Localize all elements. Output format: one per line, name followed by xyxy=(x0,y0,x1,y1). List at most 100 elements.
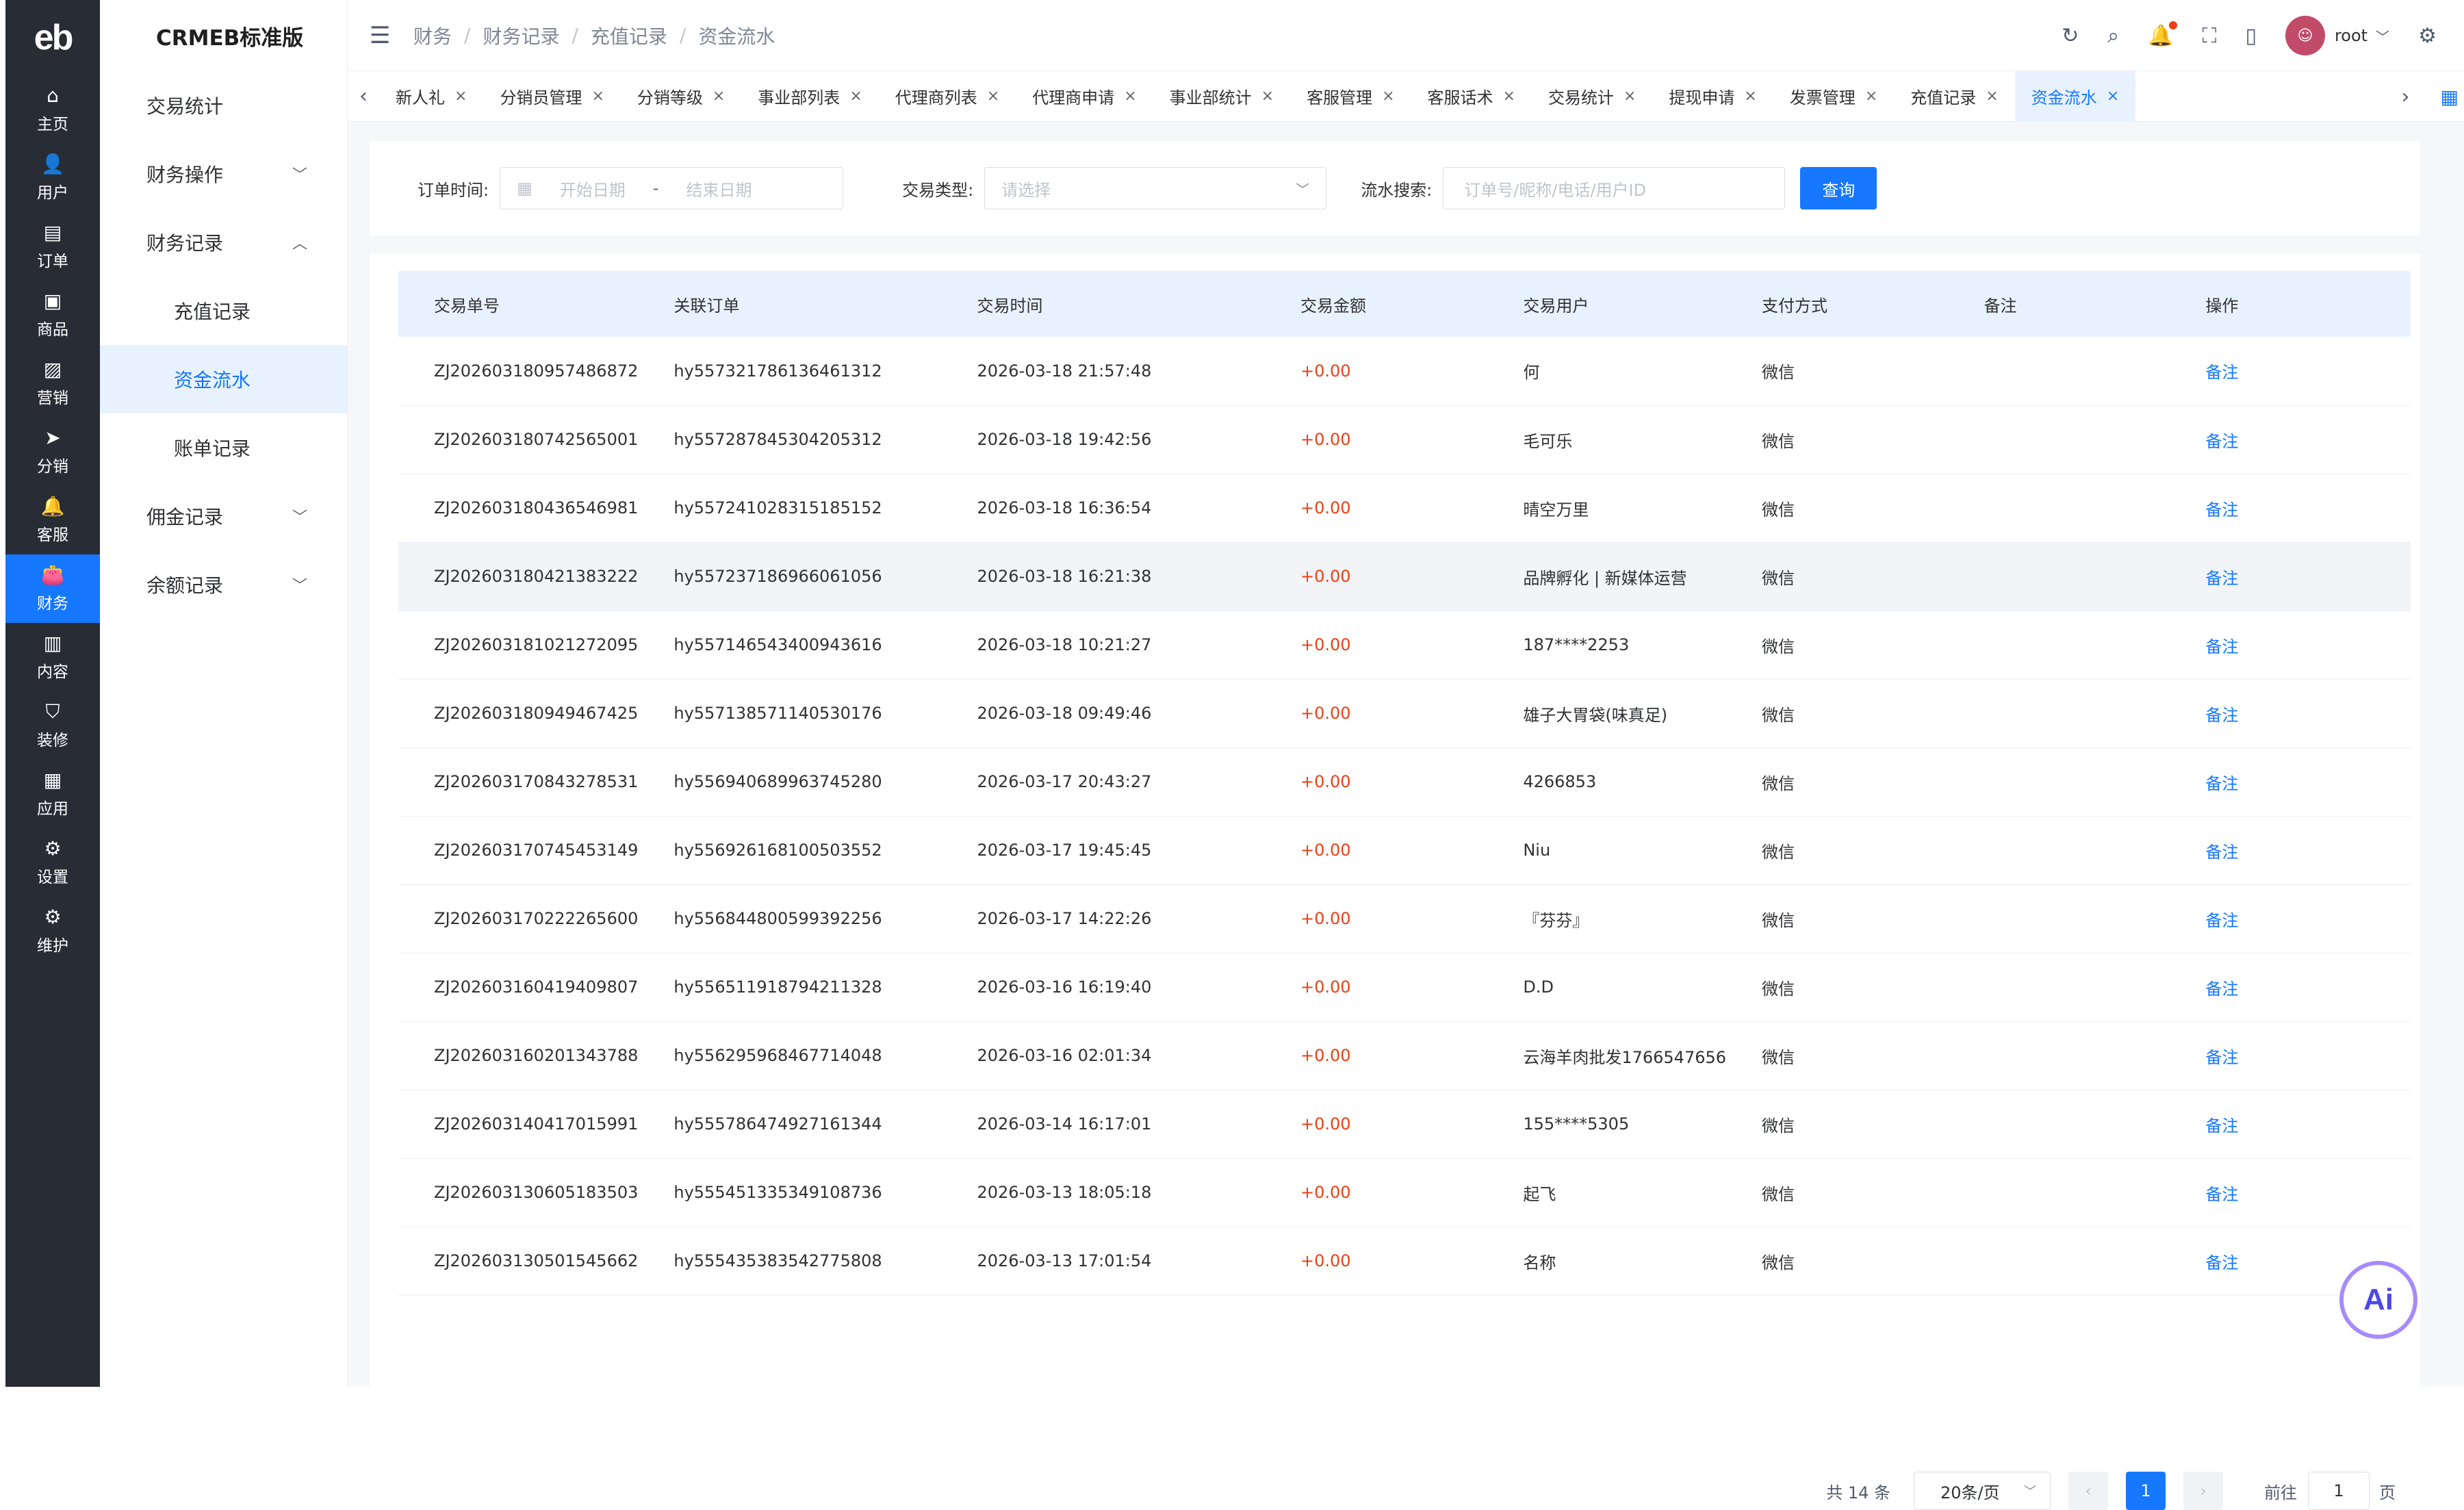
rail-item-order[interactable]: ▤ 订单 xyxy=(5,212,100,281)
close-icon[interactable]: × xyxy=(591,88,604,105)
remark-action-link[interactable]: 备注 xyxy=(2170,816,2411,884)
sub-menu-item[interactable]: 财务操作 ﹀ xyxy=(100,140,347,208)
close-icon[interactable]: × xyxy=(987,88,999,105)
chevron-down-icon[interactable]: ﹀ xyxy=(2376,26,2389,46)
rail-item-settings[interactable]: ⚙ 设置 xyxy=(5,828,100,897)
query-button[interactable]: 查询 xyxy=(1800,167,1877,209)
tab-item[interactable]: 分销等级 × xyxy=(621,71,741,122)
tab-item[interactable]: 事业部统计 × xyxy=(1153,71,1290,122)
sub-menu-item[interactable]: 佣金记录 ﹀ xyxy=(100,482,347,550)
tab-item[interactable]: 资金流水 × xyxy=(2014,71,2136,122)
rail-item-distribution[interactable]: ➤ 分销 xyxy=(5,418,100,486)
remark-action-link[interactable]: 备注 xyxy=(2170,884,2411,953)
table-cell: 微信 xyxy=(1762,500,1795,520)
rail-item-product[interactable]: ▣ 商品 xyxy=(5,281,100,349)
remark-action-link[interactable]: 备注 xyxy=(2170,679,2411,747)
sub-menu-item[interactable]: 充值记录 xyxy=(100,277,347,345)
rail-item-home[interactable]: ⌂ 主页 xyxy=(5,75,100,144)
rail-item-decorate[interactable]: ⛉ 装修 xyxy=(5,691,100,760)
close-icon[interactable]: × xyxy=(2107,88,2119,105)
menu-toggle-icon[interactable]: ☰ xyxy=(370,22,397,49)
ai-assistant-button[interactable]: Ai xyxy=(2339,1261,2417,1339)
username[interactable]: root xyxy=(2335,26,2367,45)
sub-menu-item[interactable]: 账单记录 xyxy=(100,413,347,482)
breadcrumb-item[interactable]: 财务 xyxy=(413,22,452,49)
search-icon[interactable]: ⌕ xyxy=(2107,24,2119,48)
remark-action-link[interactable]: 备注 xyxy=(2170,405,2411,474)
prev-page-button[interactable]: ‹ xyxy=(2068,1472,2108,1510)
tab-scroll-right-icon[interactable]: › xyxy=(2390,85,2422,109)
close-icon[interactable]: × xyxy=(1624,88,1636,105)
sub-menu-item[interactable]: 财务记录 ︿ xyxy=(100,208,347,277)
breadcrumb-item[interactable]: 充值记录 xyxy=(591,22,667,49)
close-icon[interactable]: × xyxy=(1124,88,1136,105)
close-icon[interactable]: × xyxy=(1503,88,1515,105)
sub-menu-item[interactable]: 交易统计 xyxy=(100,71,347,140)
tab-item[interactable]: 新人礼 × xyxy=(379,71,483,122)
table-row: ZJ202603180957486872 hy557321786136461312… xyxy=(398,337,2411,405)
tab-item[interactable]: 客服话术 × xyxy=(1411,71,1532,122)
close-icon[interactable]: × xyxy=(1261,88,1274,105)
refresh-icon[interactable]: ↻ xyxy=(2062,24,2079,48)
avatar[interactable]: ☺ xyxy=(2285,16,2325,55)
remark-action-link[interactable]: 备注 xyxy=(2170,474,2411,542)
trade-type-select[interactable]: 请选择 ﹀ xyxy=(984,167,1327,209)
remark-action-link[interactable]: 备注 xyxy=(2170,1090,2411,1158)
end-date-input[interactable]: 结束日期 xyxy=(686,177,752,201)
settings-icon: ⚙ xyxy=(44,837,62,860)
close-icon[interactable]: × xyxy=(1986,88,1998,105)
remark-action-link[interactable]: 备注 xyxy=(2170,1158,2411,1227)
tab-scroll-left-icon[interactable]: ‹ xyxy=(348,84,379,108)
tab-item[interactable]: 代理商申请 × xyxy=(1016,71,1153,122)
remark-action-link[interactable]: 备注 xyxy=(2170,542,2411,611)
fullscreen-icon[interactable]: ⛶ xyxy=(2202,24,2216,48)
breadcrumb-item: 资金流水 xyxy=(698,25,775,48)
tab-item[interactable]: 代理商列表 × xyxy=(879,71,1016,122)
gear-icon[interactable]: ⚙ xyxy=(2418,24,2437,48)
table-cell xyxy=(1949,474,2170,542)
table-cell: 4266853 xyxy=(1523,772,1597,791)
close-icon[interactable]: × xyxy=(713,88,725,105)
close-icon[interactable]: × xyxy=(1382,88,1394,105)
close-icon[interactable]: × xyxy=(1744,88,1756,105)
rail-item-user[interactable]: 👤 用户 xyxy=(5,144,100,212)
rail-item-apps[interactable]: ▦ 应用 xyxy=(5,760,100,828)
tab-item[interactable]: 提现申请 × xyxy=(1652,71,1773,122)
remark-action-link[interactable]: 备注 xyxy=(2170,747,2411,816)
remark-action-link[interactable]: 备注 xyxy=(2170,337,2411,405)
table-cell: 微信 xyxy=(1762,773,1795,793)
next-page-button[interactable]: › xyxy=(2183,1472,2223,1510)
remark-action-link[interactable]: 备注 xyxy=(2170,1021,2411,1090)
remark-action-link[interactable]: 备注 xyxy=(2170,953,2411,1021)
breadcrumb-item[interactable]: 财务记录 xyxy=(483,22,559,49)
page-number-button[interactable]: 1 xyxy=(2126,1472,2166,1510)
rail-item-maintain[interactable]: ⚙ 维护 xyxy=(5,897,100,965)
sub-menu-item-label: 财务记录 xyxy=(146,232,224,255)
flow-search-input[interactable]: 订单号/昵称/电话/用户ID xyxy=(1443,167,1786,209)
table-cell xyxy=(1949,816,2170,884)
tab-menu-grid-icon[interactable]: ▦ xyxy=(2441,86,2459,108)
rail-item-content[interactable]: ▥ 内容 xyxy=(5,623,100,691)
start-date-input[interactable]: 开始日期 xyxy=(560,177,626,201)
rail-item-label: 维护 xyxy=(37,937,68,955)
goto-page-input[interactable]: 1 xyxy=(2308,1472,2370,1510)
tab-item[interactable]: 分销员管理 × xyxy=(483,71,620,122)
page-size-select[interactable]: 20条/页 ﹀ xyxy=(1914,1472,2051,1510)
rail-item-finance[interactable]: 👛 财务 xyxy=(5,554,100,623)
mobile-icon[interactable]: ▯ xyxy=(2245,24,2257,48)
bell-icon[interactable]: 🔔 xyxy=(2148,21,2178,48)
tab-item[interactable]: 客服管理 × xyxy=(1290,71,1411,122)
rail-item-marketing[interactable]: ▨ 营销 xyxy=(5,349,100,418)
tab-item[interactable]: 发票管理 × xyxy=(1773,71,1894,122)
tab-item[interactable]: 交易统计 × xyxy=(1532,71,1652,122)
sub-menu-item[interactable]: 余额记录 ﹀ xyxy=(100,550,347,619)
remark-action-link[interactable]: 备注 xyxy=(2170,611,2411,679)
close-icon[interactable]: × xyxy=(454,88,467,105)
close-icon[interactable]: × xyxy=(849,88,862,105)
close-icon[interactable]: × xyxy=(1865,88,1877,105)
date-range-picker[interactable]: ▦ 开始日期 - 结束日期 xyxy=(500,167,844,209)
sub-menu-item[interactable]: 资金流水 xyxy=(100,345,347,413)
tab-item[interactable]: 事业部列表 × xyxy=(741,71,878,122)
tab-item[interactable]: 充值记录 × xyxy=(1894,71,2014,122)
rail-item-service[interactable]: 🔔 客服 xyxy=(5,486,100,554)
